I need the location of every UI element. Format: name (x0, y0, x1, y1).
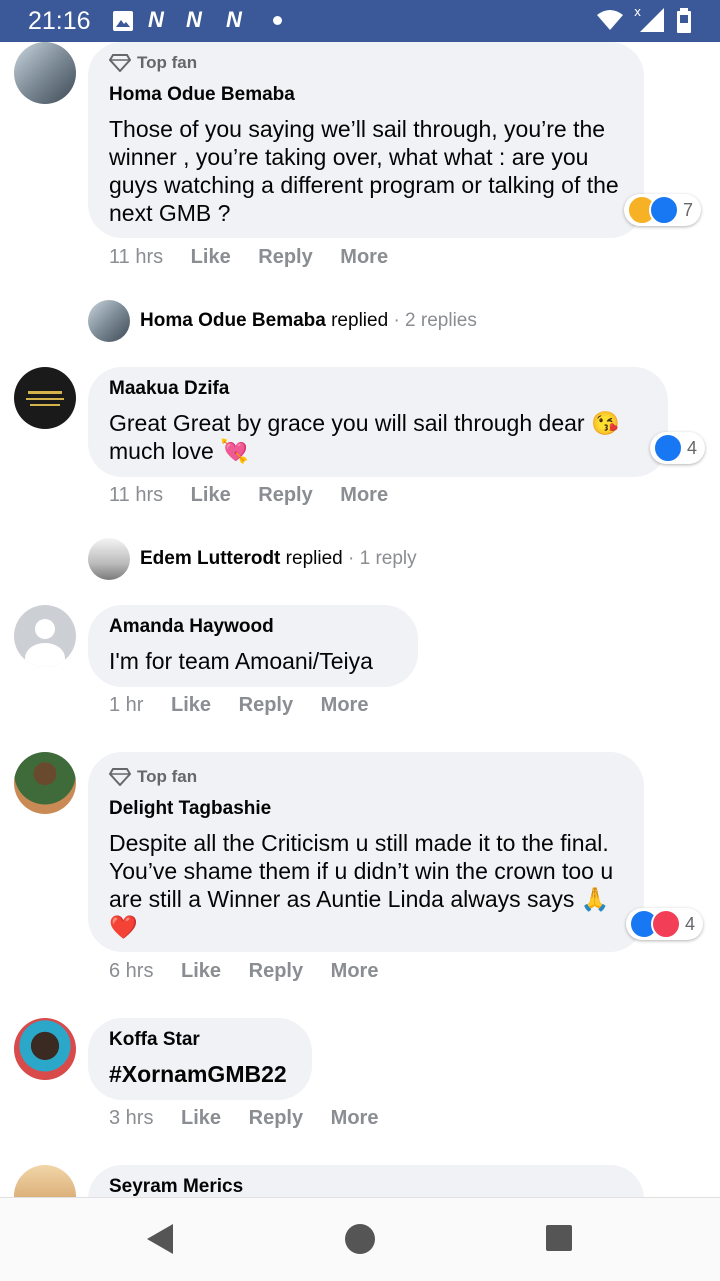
view-replies-link[interactable]: Homa Odue Bemaba replied · 2 replies (140, 310, 477, 332)
love-reaction-icon (651, 909, 681, 939)
comment-text: Those of you saying we’ll sail through, … (109, 116, 619, 226)
more-button[interactable]: More (331, 1107, 379, 1129)
comment-time: 11 hrs (109, 484, 164, 506)
comment-time: 3 hrs (109, 1107, 154, 1129)
top-fan-badge: Top fan (109, 53, 197, 73)
more-button[interactable]: More (340, 246, 388, 268)
reaction-count: 4 (685, 913, 696, 934)
top-fan-badge: Top fan (109, 767, 197, 787)
reply-avatar[interactable] (88, 300, 130, 342)
view-replies-link[interactable]: Edem Lutterodt replied · 1 reply (140, 548, 417, 570)
n-icon: N (186, 7, 202, 32)
comment-author[interactable]: Delight Tagbashie (109, 798, 271, 820)
reaction-count: 7 (683, 199, 694, 220)
dot-icon (273, 16, 282, 25)
avatar[interactable] (14, 42, 76, 104)
comment-author[interactable]: Maakua Dzifa (109, 378, 229, 400)
comment-author[interactable]: Homa Odue Bemaba (109, 84, 295, 106)
like-reaction-icon (649, 195, 679, 225)
wifi-icon (597, 10, 623, 30)
reaction-summary[interactable]: 4 (650, 432, 706, 464)
battery-icon (677, 8, 691, 33)
reaction-summary[interactable]: 4 (626, 908, 704, 940)
avatar[interactable] (14, 752, 76, 814)
comment-actions: 1 hr Like Reply More (109, 694, 390, 717)
n-icon: N (148, 7, 164, 32)
more-button[interactable]: More (321, 694, 369, 716)
like-button[interactable]: Like (191, 484, 231, 506)
comment-actions: 11 hrs Like Reply More (109, 484, 410, 507)
status-bar: 21:16 N N N x (0, 0, 720, 42)
diamond-icon (109, 768, 131, 786)
reply-button[interactable]: Reply (239, 694, 293, 716)
comment-author[interactable]: Koffa Star (109, 1029, 200, 1051)
comment-time: 6 hrs (109, 960, 154, 982)
comment-text: #XornamGMB22 (109, 1061, 287, 1087)
comment-actions: 11 hrs Like Reply More (109, 246, 410, 269)
image-icon (113, 11, 133, 31)
diamond-icon (109, 54, 131, 72)
avatar[interactable] (14, 367, 76, 429)
comment-time: 1 hr (109, 694, 144, 716)
recents-button[interactable] (545, 1224, 573, 1252)
comment-text: Great Great by grace you will sail throu… (109, 410, 620, 464)
svg-text:x: x (634, 5, 641, 19)
comment-actions: 3 hrs Like Reply More (109, 1107, 400, 1130)
comment-time: 11 hrs (109, 246, 164, 268)
signal-icon: x (634, 5, 664, 32)
system-nav-bar (0, 1197, 720, 1281)
home-button[interactable] (343, 1222, 377, 1256)
comment-text: Despite all the Criticism u still made i… (109, 830, 614, 940)
reply-button[interactable]: Reply (249, 960, 303, 982)
more-button[interactable]: More (331, 960, 379, 982)
n-icon: N (226, 7, 242, 32)
back-button[interactable] (145, 1222, 175, 1256)
avatar[interactable] (14, 1018, 76, 1080)
like-button[interactable]: Like (171, 694, 211, 716)
comment-text: I'm for team Amoani/Teiya (109, 648, 373, 674)
avatar[interactable] (14, 1165, 76, 1197)
avatar[interactable] (14, 605, 76, 667)
like-button[interactable]: Like (181, 960, 221, 982)
reply-button[interactable]: Reply (249, 1107, 303, 1129)
comment-author[interactable]: Amanda Haywood (109, 616, 274, 638)
comment-author[interactable]: Seyram Merics (109, 1176, 243, 1197)
like-button[interactable]: Like (191, 246, 231, 268)
reply-button[interactable]: Reply (258, 484, 312, 506)
reaction-count: 4 (687, 437, 698, 458)
comment-actions: 6 hrs Like Reply More (109, 960, 400, 983)
reply-button[interactable]: Reply (258, 246, 312, 268)
more-button[interactable]: More (340, 484, 388, 506)
like-button[interactable]: Like (181, 1107, 221, 1129)
status-time: 21:16 (28, 7, 91, 35)
reply-avatar[interactable] (88, 538, 130, 580)
reaction-summary[interactable]: 7 (624, 194, 702, 226)
like-reaction-icon (653, 433, 683, 463)
comments-feed[interactable]: Top fan Homa Odue Bemaba Those of you sa… (0, 42, 720, 1197)
